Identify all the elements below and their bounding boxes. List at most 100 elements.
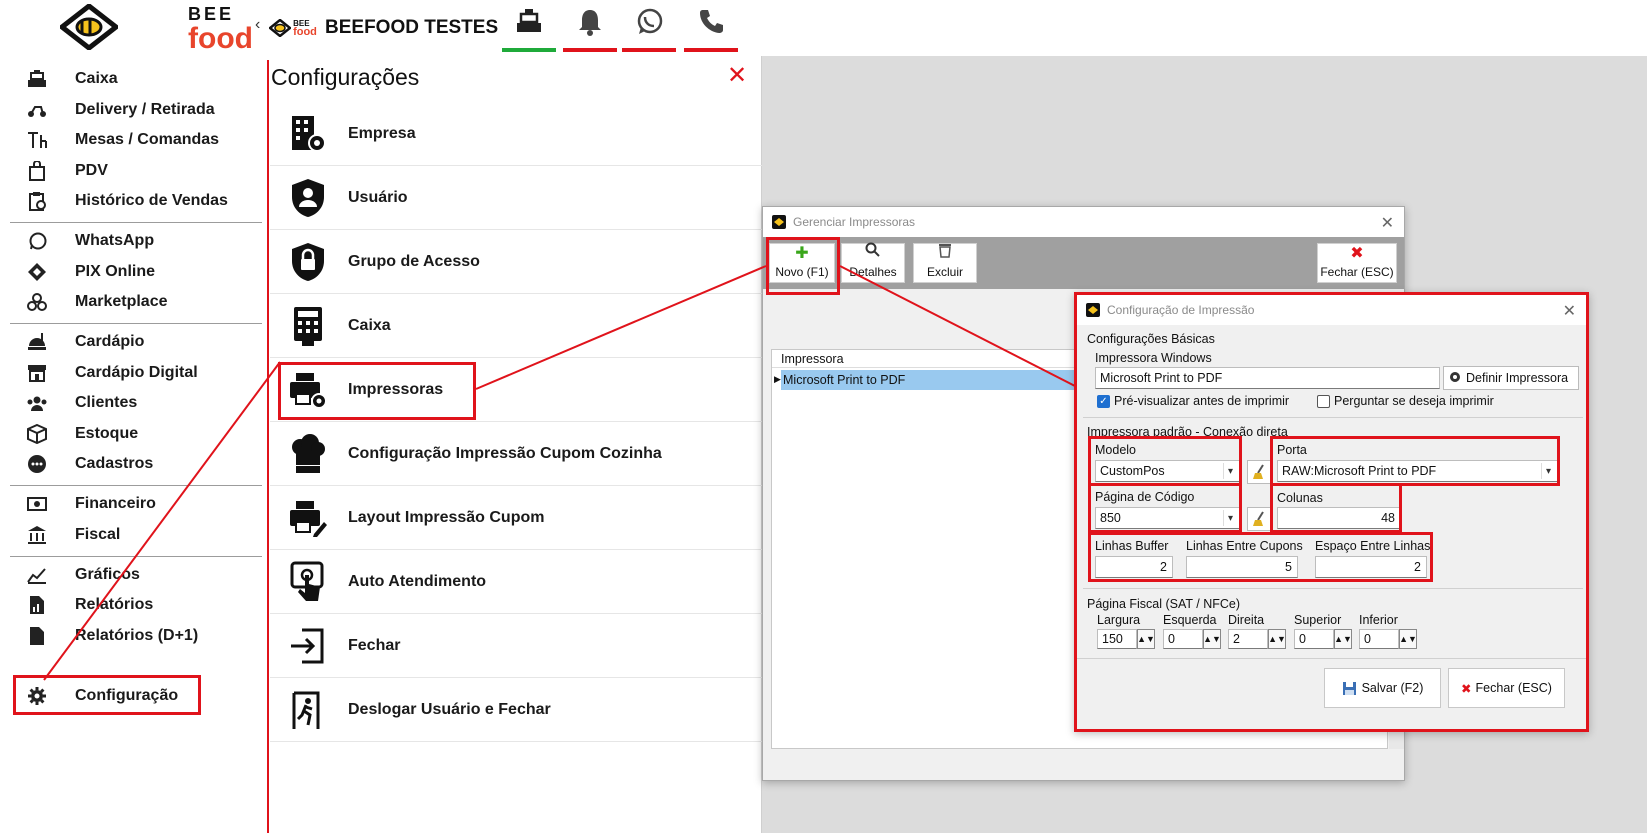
topbar-whatsapp-button[interactable]	[622, 6, 676, 52]
sidebar-item-label: PIX Online	[75, 263, 156, 280]
config-item-auto-atendimento[interactable]: Auto Atendimento	[270, 550, 762, 614]
topbar-cash-register-button[interactable]	[502, 6, 556, 52]
direita-spinner[interactable]: ▲▼	[1268, 629, 1286, 649]
largura-label: Largura	[1097, 613, 1141, 627]
bee-logo-small-icon	[269, 19, 292, 37]
config-item-empresa[interactable]: Empresa	[270, 102, 762, 166]
building-gear-icon	[286, 112, 330, 156]
sidebar-item-label: Relatórios	[75, 596, 154, 613]
sidebar-item-graficos[interactable]: Gráficos	[0, 560, 262, 590]
sidebar-item-label: Clientes	[75, 394, 138, 411]
sidebar-item-financeiro[interactable]: Financeiro	[0, 489, 262, 519]
highlight-linhas	[1088, 532, 1433, 582]
chart-icon	[26, 564, 48, 586]
printers-window-close-icon[interactable]: ✕	[1381, 213, 1394, 233]
save-button[interactable]: Salvar (F2)	[1324, 668, 1441, 708]
largura-input[interactable]: 150	[1097, 629, 1137, 649]
sidebar-item-delivery[interactable]: Delivery / Retirada	[0, 95, 262, 125]
detalhes-button[interactable]: Detalhes	[841, 242, 905, 283]
config-close-icon[interactable]: ✕	[727, 64, 747, 88]
largura-spinner[interactable]: ▲▼	[1137, 629, 1155, 649]
sidebar-divider	[10, 556, 262, 557]
sidebar-item-historico[interactable]: Histórico de Vendas	[0, 186, 262, 216]
sidebar-item-caixa[interactable]: Caixa	[0, 64, 262, 94]
magnifier-icon	[865, 242, 881, 263]
box-icon	[26, 423, 48, 445]
cash-register-icon	[517, 9, 541, 32]
sidebar-item-estoque[interactable]: Estoque	[0, 419, 262, 449]
topbar-indicator	[502, 48, 556, 52]
preview-checkbox[interactable]: ✓	[1097, 395, 1110, 408]
cash-register-icon	[26, 68, 48, 90]
config-item-label: Usuário	[348, 188, 408, 206]
esquerda-input[interactable]: 0	[1163, 629, 1203, 649]
marketplace-icon	[26, 291, 48, 313]
panel-red-divider	[267, 60, 269, 833]
sidebar-item-label: Marketplace	[75, 293, 168, 310]
sidebar-item-clientes[interactable]: Clientes	[0, 388, 262, 418]
config-item-grupo-acesso[interactable]: Grupo de Acesso	[270, 230, 762, 294]
print-config-titlebar: Configuração de Impressão	[1077, 295, 1586, 325]
esquerda-spinner[interactable]: ▲▼	[1203, 629, 1221, 649]
sidebar-divider	[10, 485, 262, 486]
red-x-icon: ✖	[1461, 681, 1472, 696]
highlight-modelo	[1088, 436, 1242, 486]
sidebar-item-relatorios-d1[interactable]: Relatórios (D+1)	[0, 621, 262, 651]
fiscal-group-label: Página Fiscal (SAT / NFCe)	[1087, 597, 1241, 611]
sidebar-divider	[10, 222, 262, 223]
broom-icon	[1253, 464, 1264, 479]
history-clipboard-icon	[26, 190, 48, 212]
config-item-layout-cupom[interactable]: Layout Impressão Cupom	[270, 486, 762, 550]
excluir-button[interactable]: Excluir	[913, 243, 977, 283]
windows-printer-field[interactable]: Microsoft Print to PDF	[1095, 367, 1440, 389]
highlight-porta	[1270, 436, 1560, 486]
sidebar-item-label: Caixa	[75, 70, 118, 87]
sidebar-item-pdv[interactable]: PDV	[0, 156, 262, 186]
config-item-fechar[interactable]: Fechar	[270, 614, 762, 678]
superior-value: 0	[1299, 632, 1306, 646]
users-icon	[26, 392, 48, 414]
superior-spinner[interactable]: ▲▼	[1334, 629, 1352, 649]
close-config-button[interactable]: ✖ Fechar (ESC)	[1448, 668, 1565, 708]
config-item-usuario[interactable]: Usuário	[270, 166, 762, 230]
topbar-phone-button[interactable]	[684, 6, 738, 52]
config-item-deslogar[interactable]: Deslogar Usuário e Fechar	[270, 678, 762, 742]
define-printer-button[interactable]: Definir Impressora	[1443, 366, 1579, 390]
topbar-notifications-button[interactable]	[563, 6, 617, 52]
esquerda-value: 0	[1168, 632, 1175, 646]
config-item-caixa[interactable]: Caixa	[270, 294, 762, 358]
config-item-cupom-cozinha[interactable]: Configuração Impressão Cupom Cozinha	[270, 422, 762, 486]
inferior-value: 0	[1364, 632, 1371, 646]
direita-input[interactable]: 2	[1228, 629, 1268, 649]
sidebar-item-mesas[interactable]: Mesas / Comandas	[0, 125, 262, 155]
sidebar-item-marketplace[interactable]: Marketplace	[0, 287, 262, 317]
modelo-clear-button[interactable]	[1247, 460, 1271, 484]
sidebar-item-label: Estoque	[75, 425, 139, 442]
highlight-impressoras	[278, 362, 476, 420]
bell-icon	[579, 10, 601, 36]
broom-icon	[1253, 511, 1264, 526]
sidebar-item-whatsapp[interactable]: WhatsApp	[0, 226, 262, 256]
windows-printer-label: Impressora Windows	[1095, 351, 1212, 365]
print-config-close-icon[interactable]: ✕	[1563, 301, 1576, 321]
codepage-clear-button[interactable]	[1247, 507, 1271, 531]
table-icon	[26, 129, 48, 151]
sidebar-item-relatorios[interactable]: Relatórios	[0, 590, 262, 620]
sidebar-item-label: Delivery / Retirada	[75, 101, 215, 118]
collapse-sidebar-icon[interactable]: ‹	[255, 16, 260, 34]
superior-input[interactable]: 0	[1294, 629, 1334, 649]
topbar-indicator	[622, 48, 676, 52]
ask-print-checkbox[interactable]	[1317, 395, 1330, 408]
store-icon	[26, 362, 48, 384]
inferior-spinner[interactable]: ▲▼	[1399, 629, 1417, 649]
touch-screen-icon	[286, 560, 330, 604]
sidebar-item-fiscal[interactable]: Fiscal	[0, 520, 262, 550]
printer-edit-icon	[286, 496, 330, 540]
inferior-input[interactable]: 0	[1359, 629, 1399, 649]
sidebar-item-pix[interactable]: PIX Online	[0, 257, 262, 287]
whatsapp-icon	[26, 230, 48, 252]
sidebar-item-cardapio[interactable]: Cardápio	[0, 327, 262, 357]
sidebar-item-cadastros[interactable]: Cadastros	[0, 449, 262, 479]
fechar-printers-button[interactable]: ✖ Fechar (ESC)	[1317, 243, 1397, 283]
sidebar-item-cardapio-digital[interactable]: Cardápio Digital	[0, 358, 262, 388]
